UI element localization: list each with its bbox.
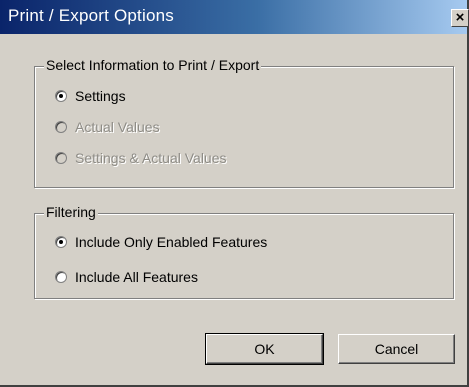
radio-include-only-enabled-label: Include Only Enabled Features	[75, 234, 268, 250]
close-button[interactable]: ×	[451, 9, 469, 27]
print-export-dialog: Print / Export Options × Select Informat…	[0, 0, 469, 387]
select-information-legend: Select Information to Print / Export	[44, 57, 262, 73]
radio-include-only-enabled[interactable]: Include Only Enabled Features	[55, 233, 267, 251]
cancel-button[interactable]: Cancel	[338, 334, 455, 364]
radio-settings-and-actual-values: Settings & Actual Values	[55, 149, 227, 167]
radio-include-all-features[interactable]: Include All Features	[55, 268, 198, 286]
dialog-title: Print / Export Options	[8, 6, 174, 25]
radio-settings-and-actual-values-indicator	[55, 152, 67, 164]
title-bar[interactable]: Print / Export Options ×	[0, 0, 469, 34]
radio-actual-values-label: Actual Values	[75, 119, 160, 135]
radio-settings-label: Settings	[75, 88, 126, 104]
radio-actual-values: Actual Values	[55, 118, 160, 136]
radio-settings-and-actual-values-label: Settings & Actual Values	[75, 150, 227, 166]
ok-button[interactable]: OK	[205, 333, 324, 365]
radio-include-all-features-indicator[interactable]	[55, 271, 67, 283]
close-icon: ×	[455, 9, 465, 26]
filtering-legend: Filtering	[44, 204, 98, 220]
radio-settings-indicator[interactable]	[55, 90, 67, 102]
select-information-group: Select Information to Print / Export Set…	[34, 57, 454, 188]
radio-settings[interactable]: Settings	[55, 87, 126, 105]
radio-actual-values-indicator	[55, 121, 67, 133]
filtering-group: Filtering Include Only Enabled Features …	[34, 204, 454, 299]
radio-include-only-enabled-indicator[interactable]	[55, 236, 67, 248]
radio-include-all-features-label: Include All Features	[75, 269, 198, 285]
